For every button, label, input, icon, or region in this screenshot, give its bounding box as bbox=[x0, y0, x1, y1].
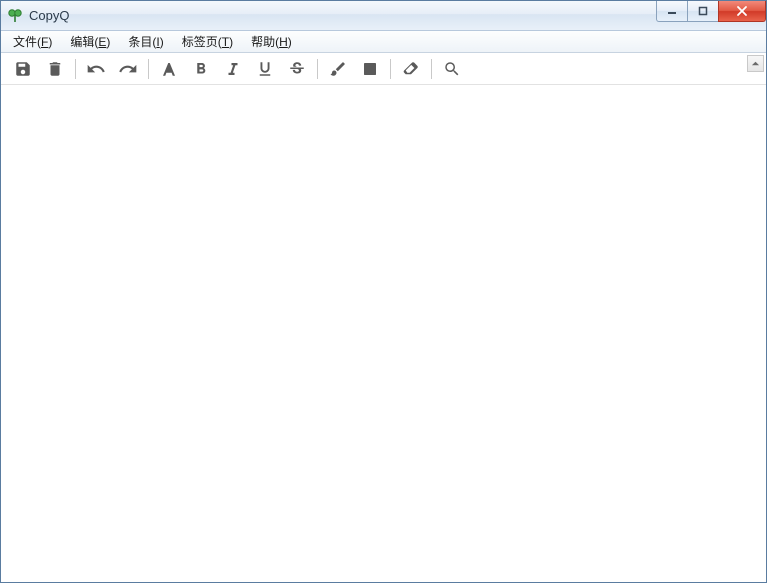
window-title: CopyQ bbox=[29, 8, 69, 23]
toolbar-separator bbox=[317, 59, 318, 79]
strikethrough-button[interactable] bbox=[283, 56, 311, 82]
redo-button[interactable] bbox=[114, 56, 142, 82]
editor-canvas[interactable] bbox=[1, 85, 766, 582]
save-button[interactable] bbox=[9, 56, 37, 82]
menu-help[interactable]: 帮助(H) bbox=[243, 31, 300, 52]
minimize-button[interactable] bbox=[656, 1, 688, 22]
editor-area[interactable] bbox=[1, 85, 766, 582]
app-icon bbox=[7, 8, 23, 24]
scroll-up-button[interactable] bbox=[747, 55, 764, 72]
undo-button[interactable] bbox=[82, 56, 110, 82]
bold-button[interactable] bbox=[187, 56, 215, 82]
eraser-button[interactable] bbox=[397, 56, 425, 82]
menu-file[interactable]: 文件(F) bbox=[5, 31, 60, 52]
titlebar[interactable]: CopyQ bbox=[1, 1, 766, 31]
toolbar-separator bbox=[431, 59, 432, 79]
toolbar-separator bbox=[390, 59, 391, 79]
search-button[interactable] bbox=[438, 56, 466, 82]
menubar: 文件(F) 编辑(E) 条目(I) 标签页(T) 帮助(H) bbox=[1, 31, 766, 53]
delete-button[interactable] bbox=[41, 56, 69, 82]
italic-button[interactable] bbox=[219, 56, 247, 82]
toolbar-separator bbox=[75, 59, 76, 79]
foreground-color-button[interactable] bbox=[324, 56, 352, 82]
toolbar bbox=[1, 53, 766, 85]
font-button[interactable] bbox=[155, 56, 183, 82]
menu-item[interactable]: 条目(I) bbox=[120, 31, 171, 52]
toolbar-separator bbox=[148, 59, 149, 79]
menu-edit[interactable]: 编辑(E) bbox=[62, 31, 118, 52]
menu-tabs[interactable]: 标签页(T) bbox=[174, 31, 241, 52]
background-color-button[interactable] bbox=[356, 56, 384, 82]
close-button[interactable] bbox=[718, 1, 766, 22]
maximize-button[interactable] bbox=[687, 1, 719, 22]
underline-button[interactable] bbox=[251, 56, 279, 82]
window-controls bbox=[657, 1, 766, 23]
app-window: CopyQ 文件(F) 编辑(E) 条目(I) 标签页(T) 帮助(H) bbox=[0, 0, 767, 583]
